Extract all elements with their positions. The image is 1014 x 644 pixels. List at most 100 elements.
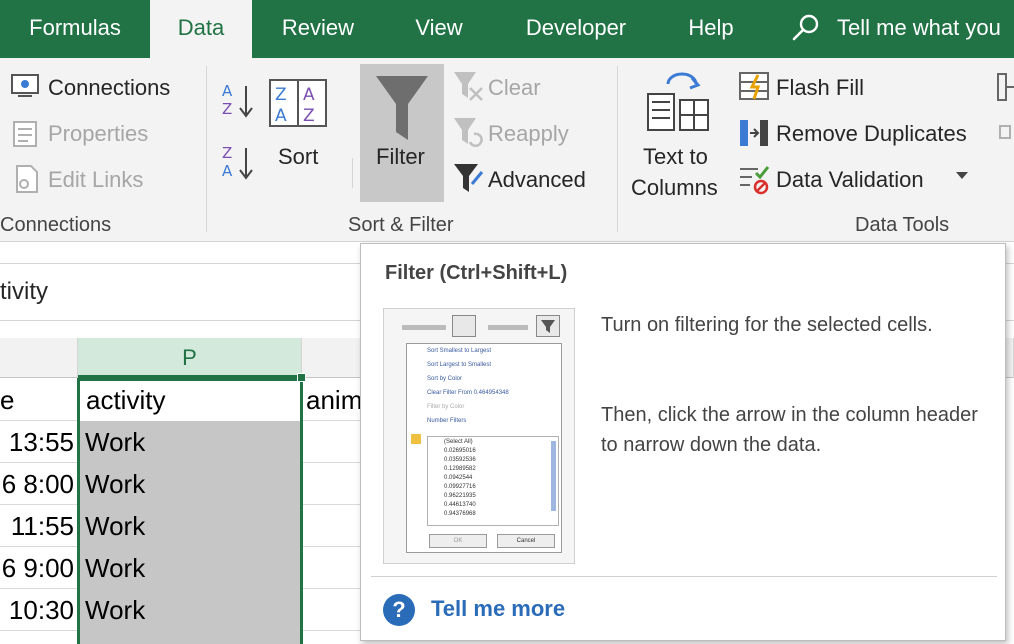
preview-menu-item: Number Filters <box>427 418 467 424</box>
preview-list-item: 0.09927716 <box>444 484 476 490</box>
tooltip-divider <box>371 576 997 577</box>
sort-a-to-z-icon[interactable]: A Z <box>220 80 256 120</box>
edit-links-button[interactable]: Edit Links <box>48 167 143 193</box>
properties-button[interactable]: Properties <box>48 121 148 147</box>
clear-button[interactable]: Clear <box>488 75 541 101</box>
inner-divider <box>352 158 353 188</box>
ribbon-data: Connections Properties Edit Links Connec… <box>0 58 1014 242</box>
svg-text:A: A <box>222 162 233 180</box>
cell-time[interactable]: 11:55 <box>0 505 78 547</box>
svg-text:Z: Z <box>222 100 232 118</box>
tab-review[interactable]: Review <box>262 0 374 58</box>
tooltip-title: Filter (Ctrl+Shift+L) <box>385 262 568 284</box>
text-to-columns-label-1[interactable]: Text to <box>643 144 708 170</box>
connections-button[interactable]: Connections <box>48 75 170 101</box>
cell-activity[interactable]: Work <box>79 547 301 589</box>
tell-me-more-link[interactable]: Tell me more <box>431 596 565 622</box>
sort-z-to-a-icon[interactable]: Z A <box>220 142 256 182</box>
preview-check-icon <box>411 434 421 444</box>
sort-filter-group-label: Sort & Filter <box>348 214 454 236</box>
cell-time[interactable]: 6 8:00 <box>0 463 78 505</box>
preview-filter-menu: Sort Smallest to Largest Sort Largest to… <box>406 343 562 553</box>
tab-view[interactable]: View <box>394 0 484 58</box>
preview-header-bar <box>488 325 528 330</box>
preview-value-list: (Select All) 0.02695016 0.03592536 0.129… <box>427 436 559 526</box>
preview-ok-button: OK <box>429 534 487 548</box>
preview-list-item: 0.12989582 <box>444 466 476 472</box>
advanced-filter-icon <box>454 164 484 192</box>
cell-activity[interactable]: Work <box>79 505 301 547</box>
relationships-icon[interactable] <box>998 122 1014 142</box>
preview-list-item: 0.03592536 <box>444 457 476 463</box>
sort-button[interactable]: Sort <box>278 144 318 170</box>
text-to-columns-label-2[interactable]: Columns <box>631 175 718 201</box>
clear-filter-icon <box>454 72 483 101</box>
svg-text:Z: Z <box>303 106 315 126</box>
preview-menu-item: Filter by Color <box>427 404 465 410</box>
preview-header-bar <box>402 325 446 330</box>
help-question-icon[interactable]: ? <box>383 594 415 626</box>
filter-preview-image: Sort Smallest to Largest Sort Largest to… <box>383 308 575 564</box>
data-validation-button[interactable]: Data Validation <box>776 167 924 193</box>
text-to-columns-icon[interactable] <box>646 72 710 134</box>
tab-formulas[interactable]: Formulas <box>0 0 150 58</box>
connections-group-label: Connections <box>0 214 112 236</box>
preview-menu-item: Sort Smallest to Largest <box>427 348 492 354</box>
column-header-O[interactable] <box>0 338 78 378</box>
group-divider <box>206 66 207 232</box>
tab-data[interactable]: Data <box>150 0 252 58</box>
preview-menu-item: Sort Largest to Smallest <box>427 362 492 368</box>
consolidate-icon[interactable] <box>996 72 1014 102</box>
edit-links-icon <box>16 165 38 193</box>
tab-help[interactable]: Help <box>670 0 752 58</box>
preview-scrollbar <box>551 441 556 511</box>
flash-fill-button[interactable]: Flash Fill <box>776 75 864 101</box>
fill-handle[interactable] <box>297 373 306 382</box>
data-validation-icon <box>740 166 770 195</box>
cell-time[interactable]: 6 9:00 <box>0 547 78 589</box>
data-tools-group-label: Data Tools <box>855 214 950 236</box>
ribbon-tab-bar: Formulas Data Review View Developer Help… <box>0 0 1014 58</box>
preview-list-item: (Select All) <box>444 439 473 445</box>
preview-list-item: 0.94376968 <box>444 511 476 517</box>
connections-icon <box>11 74 39 97</box>
flash-fill-icon <box>739 72 769 100</box>
cell-header-left[interactable]: e <box>0 379 76 421</box>
tell-me-search[interactable]: Tell me what you <box>837 0 1001 58</box>
lightbulb-search-icon[interactable] <box>790 12 822 44</box>
cell-activity[interactable]: Work <box>79 589 301 631</box>
filter-funnel-icon <box>376 76 428 140</box>
formula-bar-value: tivity <box>0 278 48 305</box>
svg-text:Z: Z <box>275 85 287 105</box>
preview-menu-item: Sort by Color <box>427 376 463 382</box>
preview-list-item: 0.02695016 <box>444 448 476 454</box>
properties-icon <box>13 121 37 147</box>
preview-cancel-button: Cancel <box>497 534 555 548</box>
preview-list-item: 0.0942544 <box>444 475 473 481</box>
filter-label: Filter <box>376 144 425 169</box>
cell-time[interactable]: 10:30 <box>0 589 78 631</box>
cell-activity[interactable]: Work <box>79 463 301 505</box>
preview-list-item: 0.96221935 <box>444 493 476 499</box>
cell-activity[interactable] <box>79 631 301 644</box>
cell-activity[interactable]: Work <box>79 421 301 463</box>
sort-dialog-icon[interactable]: Z A A Z <box>268 78 328 128</box>
svg-text:A: A <box>303 85 315 105</box>
remove-duplicates-button[interactable]: Remove Duplicates <box>776 121 967 147</box>
remove-duplicates-icon <box>740 120 768 146</box>
reapply-button[interactable]: Reapply <box>488 121 569 147</box>
column-header-P[interactable]: P <box>78 338 302 378</box>
svg-text:Z: Z <box>222 144 232 162</box>
preview-filter-dropdown-icon <box>536 315 560 337</box>
tooltip-paragraph-2: Then, click the arrow in the column head… <box>601 404 978 456</box>
data-validation-dropdown-icon[interactable] <box>956 172 968 179</box>
reapply-icon <box>454 118 483 147</box>
cell-header-right[interactable]: anim <box>306 379 360 421</box>
cell-time[interactable]: 13:55 <box>0 421 78 463</box>
tab-developer[interactable]: Developer <box>506 0 646 58</box>
grid-line <box>302 378 303 644</box>
svg-text:A: A <box>222 82 233 100</box>
svg-text:A: A <box>275 106 287 126</box>
cell-activity-header[interactable]: activity <box>80 379 300 421</box>
advanced-button[interactable]: Advanced <box>488 167 586 193</box>
